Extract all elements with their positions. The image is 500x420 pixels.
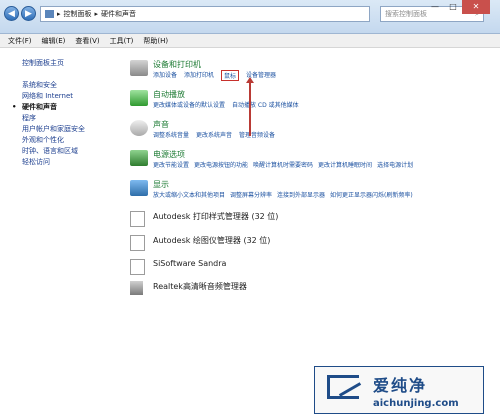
- maximize-button[interactable]: □: [444, 0, 462, 14]
- category-title[interactable]: 声音: [153, 119, 169, 130]
- link-change-default[interactable]: 更改媒体或设备的默认设置: [153, 100, 225, 109]
- category-power: 电源选项 更改节能设置 更改电源按钮的功能 唤醒计算机时需要密码 更改计算机睡眠…: [130, 148, 490, 178]
- link-power-button[interactable]: 更改电源按钮的功能: [194, 160, 248, 169]
- app-icon: [130, 259, 145, 275]
- autoplay-icon: [130, 90, 148, 106]
- extra-realtek-audio[interactable]: Realtek高清晰音频管理器: [130, 280, 390, 296]
- forward-button[interactable]: ▶: [21, 6, 36, 21]
- watermark-url: aichunjing.com: [373, 398, 459, 409]
- watermark-logo: 爱纯净 aichunjing.com: [314, 366, 484, 414]
- category-links: 添加设备 添加打印机 鼠标 设备管理器: [153, 70, 276, 81]
- link-manage-audio[interactable]: 管理音频设备: [239, 130, 275, 139]
- menu-bar: 文件(F) 编辑(E) 查看(V) 工具(T) 帮助(H): [0, 34, 500, 48]
- extra-sisoftware-sandra[interactable]: SiSoftware Sandra: [130, 258, 390, 275]
- category-title[interactable]: 显示: [153, 179, 169, 190]
- menu-tools[interactable]: 工具(T): [110, 36, 134, 46]
- extra-title[interactable]: Autodesk 绘图仪管理器 (32 位): [153, 235, 270, 246]
- breadcrumb-separator: ▸: [94, 10, 99, 18]
- link-mouse[interactable]: 鼠标: [221, 70, 240, 81]
- category-links: 调整系统音量 更改系统声音 管理音频设备: [153, 130, 275, 139]
- sidebar-item-user-accounts[interactable]: 用户帐户和家庭安全: [22, 124, 116, 135]
- power-icon: [130, 150, 148, 166]
- back-button[interactable]: ◀: [4, 6, 19, 21]
- category-links: 放大或缩小文本和其他项目 调整屏幕分辨率 连接到外部显示器 如何更正显示器闪烁(…: [153, 190, 413, 199]
- category-autoplay: 自动播放 更改媒体或设备的默认设置 自动播放 CD 或其他媒体: [130, 88, 490, 118]
- link-resolution[interactable]: 调整屏幕分辨率: [230, 190, 272, 199]
- address-bar[interactable]: ▸ 控制面板 ▸ 硬件和声音: [40, 6, 370, 22]
- sidebar-item-clock-language[interactable]: 时钟、语言和区域: [22, 146, 116, 157]
- breadcrumb-control-panel[interactable]: 控制面板: [64, 9, 92, 19]
- category-devices-printers: 设备和打印机 添加设备 添加打印机 鼠标 设备管理器: [130, 58, 490, 88]
- link-power-plan[interactable]: 选择电源计划: [377, 160, 413, 169]
- category-title[interactable]: 自动播放: [153, 89, 185, 100]
- extra-autodesk-print-style[interactable]: Autodesk 打印样式管理器 (32 位): [130, 210, 390, 227]
- sidebar-item-appearance[interactable]: 外观和个性化: [22, 135, 116, 146]
- printer-icon: [130, 60, 148, 76]
- link-add-printer[interactable]: 添加打印机: [184, 70, 214, 81]
- document-icon: [130, 235, 145, 251]
- extra-title[interactable]: Autodesk 打印样式管理器 (32 位): [153, 211, 278, 222]
- watermark-title: 爱纯净: [373, 376, 428, 395]
- sidebar-home[interactable]: 控制面板主页: [22, 58, 116, 69]
- sidebar-item-ease-of-access[interactable]: 轻松访问: [22, 157, 116, 168]
- menu-help[interactable]: 帮助(H): [143, 36, 168, 46]
- title-bar: ◀ ▶ ▸ 控制面板 ▸ 硬件和声音 搜索控制面板 ⌕ — □ ✕: [0, 0, 500, 34]
- extra-title[interactable]: Realtek高清晰音频管理器: [153, 281, 247, 292]
- menu-view[interactable]: 查看(V): [75, 36, 99, 46]
- display-icon: [130, 180, 148, 196]
- breadcrumb-hardware-sound[interactable]: 硬件和声音: [101, 9, 136, 19]
- category-title[interactable]: 电源选项: [153, 149, 185, 160]
- link-text-size[interactable]: 放大或缩小文本和其他项目: [153, 190, 225, 199]
- menu-edit[interactable]: 编辑(E): [42, 36, 66, 46]
- sidebar: 控制面板主页 系统和安全 网络和 Internet 硬件和声音 程序 用户帐户和…: [0, 48, 116, 366]
- sidebar-item-network[interactable]: 网络和 Internet: [22, 91, 116, 102]
- document-icon: [130, 211, 145, 227]
- sidebar-item-hardware-sound[interactable]: 硬件和声音: [12, 102, 116, 113]
- link-power-saving[interactable]: 更改节能设置: [153, 160, 189, 169]
- minimize-button[interactable]: —: [426, 0, 444, 14]
- sidebar-item-programs[interactable]: 程序: [22, 113, 116, 124]
- link-adjust-volume[interactable]: 调整系统音量: [153, 130, 189, 139]
- link-sleep-time[interactable]: 更改计算机睡眠时间: [318, 160, 372, 169]
- annotation-arrow: [246, 77, 254, 136]
- main-panel: 设备和打印机 添加设备 添加打印机 鼠标 设备管理器 自动播放 更改媒体或设备的…: [116, 48, 500, 366]
- link-autoplay-cd[interactable]: 自动播放 CD 或其他媒体: [232, 100, 299, 109]
- speaker-icon: [130, 281, 143, 295]
- category-links: 更改媒体或设备的默认设置 自动播放 CD 或其他媒体: [153, 100, 299, 109]
- category-title[interactable]: 设备和打印机: [153, 59, 201, 70]
- breadcrumb-separator: ▸: [57, 10, 61, 18]
- extra-title[interactable]: SiSoftware Sandra: [153, 259, 226, 268]
- link-change-sounds[interactable]: 更改系统声音: [196, 130, 232, 139]
- extra-autodesk-plotter[interactable]: Autodesk 绘图仪管理器 (32 位): [130, 234, 390, 251]
- category-links: 更改节能设置 更改电源按钮的功能 唤醒计算机时需要密码 更改计算机睡眠时间 选择…: [153, 160, 413, 169]
- link-external-display[interactable]: 连接到外部显示器: [277, 190, 325, 199]
- link-add-device[interactable]: 添加设备: [153, 70, 177, 81]
- menu-file[interactable]: 文件(F): [8, 36, 32, 46]
- aichunjing-logo: [327, 375, 359, 399]
- sidebar-item-system-security[interactable]: 系统和安全: [22, 80, 116, 91]
- search-input[interactable]: 搜索控制面板: [385, 9, 427, 19]
- link-refresh-rate[interactable]: 如何更正显示器闪烁(刷新频率): [330, 190, 413, 199]
- close-button[interactable]: ✕: [462, 0, 490, 14]
- control-panel-icon: [45, 10, 54, 18]
- link-wake-password[interactable]: 唤醒计算机时需要密码: [253, 160, 313, 169]
- category-display: 显示 放大或缩小文本和其他项目 调整屏幕分辨率 连接到外部显示器 如何更正显示器…: [130, 178, 490, 208]
- category-sound: 声音 调整系统音量 更改系统声音 管理音频设备: [130, 118, 490, 148]
- sound-icon: [130, 120, 148, 136]
